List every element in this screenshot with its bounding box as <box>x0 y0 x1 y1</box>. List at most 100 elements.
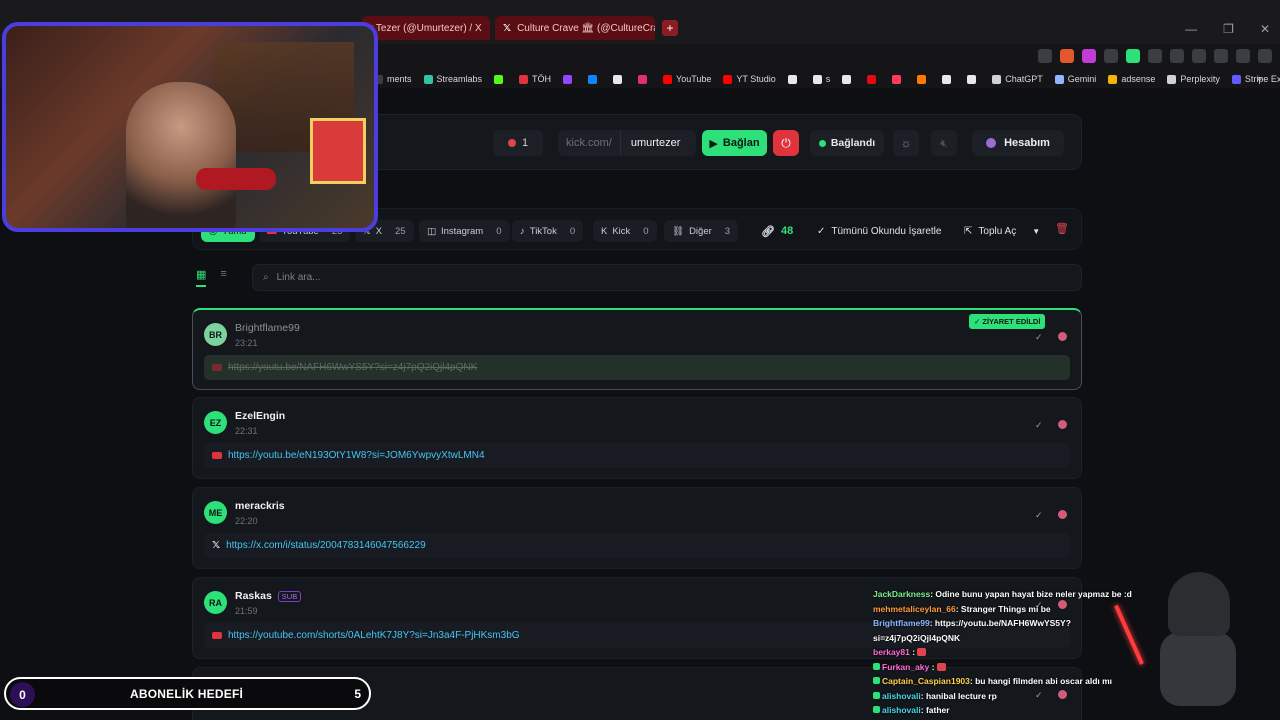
link-card[interactable]: EZ EzelEngin 22:31 ✓ https://youtu.be/eN193O… <box>192 397 1082 479</box>
extension-icon[interactable] <box>1104 49 1118 63</box>
link-card[interactable]: BR Brightflame99 23:21 ✓ ZİYARET EDİLDİ ✓ htt… <box>192 308 1082 390</box>
bookmark-label: ments <box>387 74 412 84</box>
link-url[interactable]: https://youtube.com/shorts/0ALehtK7J8Y?s… <box>228 630 520 641</box>
bookmark-item[interactable]: Gemini <box>1054 74 1096 84</box>
list-view-icon[interactable]: ≡ <box>220 268 226 287</box>
chat-username: alishovali <box>882 705 921 715</box>
mute-button[interactable]: 🔇︎ <box>931 130 957 156</box>
bookmark-item[interactable] <box>967 74 980 84</box>
bookmark-item[interactable]: adsense <box>1108 74 1155 84</box>
filter-chip-kick[interactable]: K Kick 0 <box>593 220 657 242</box>
link-row[interactable]: 𝕏https://x.com/i/status/2004783146047566… <box>204 533 1070 558</box>
brave-shield-icon[interactable] <box>1060 49 1074 63</box>
connect-button[interactable]: ▶ Bağlan <box>702 130 767 156</box>
filter-chip-instagram[interactable]: ◫ Instagram 0 <box>419 220 510 242</box>
chip-label: Instagram <box>440 225 484 237</box>
new-tab-button[interactable]: + <box>662 20 678 36</box>
trash-icon[interactable]: 🗑︎ <box>1055 222 1069 235</box>
bookmark-item[interactable] <box>787 74 801 84</box>
puzzle-icon[interactable] <box>1148 49 1162 63</box>
bookmark-favicon-icon <box>1108 74 1118 84</box>
user-icon <box>986 138 997 148</box>
bulk-open-dropdown[interactable]: ⇱ Toplu Aç ▼ <box>964 220 1040 242</box>
link-url[interactable]: https://x.com/i/status/20047831460475662… <box>226 540 426 551</box>
emote-icon <box>917 648 927 656</box>
bookmark-item[interactable] <box>892 74 905 84</box>
chat-badge-icon <box>873 662 880 670</box>
bookmark-label: YouTube <box>676 74 712 84</box>
bookmark-item[interactable] <box>494 74 507 84</box>
search-box[interactable]: ⌕ Link ara... <box>252 264 1082 291</box>
remove-icon[interactable] <box>1058 510 1067 519</box>
bookmark-item[interactable]: ChatGPT <box>992 74 1043 84</box>
grid-view-icon[interactable]: ▦ <box>196 268 207 287</box>
kick-username[interactable]: umurtezer <box>621 137 681 149</box>
bookmark-favicon-icon <box>1167 74 1177 84</box>
kick-channel-input[interactable]: kick.com/ umurtezer <box>558 130 696 156</box>
bookmark-favicon-icon <box>842 74 852 84</box>
filter-chip-other[interactable]: ⛓ Diğer 3 <box>664 220 739 242</box>
chat-text: : father <box>920 705 950 715</box>
bookmark-item[interactable]: Stripe Express <box>1231 74 1280 84</box>
bookmarks-overflow-icon[interactable]: » <box>1257 73 1262 83</box>
poster-image <box>310 118 366 184</box>
bookmark-item[interactable] <box>638 74 651 84</box>
vpn-icon[interactable] <box>1214 49 1228 63</box>
username-label: EzelEngin <box>235 410 286 422</box>
disconnect-button[interactable]: ⏻ <box>773 130 799 156</box>
bookmark-item[interactable]: YouTube <box>663 74 711 84</box>
chip-count: 25 <box>395 225 406 237</box>
mark-read-check-icon[interactable]: ✓ <box>1035 420 1043 431</box>
bookmark-favicon-icon <box>892 74 902 84</box>
bookmark-item[interactable] <box>942 74 955 84</box>
bookmark-item[interactable]: TÖH <box>519 74 551 84</box>
account-button[interactable]: Hesabım <box>972 130 1064 156</box>
bookmark-item[interactable]: Streamlabs <box>423 74 482 84</box>
goal-current: 0 <box>10 682 35 707</box>
rewards-icon[interactable] <box>1082 49 1096 63</box>
minimize-icon[interactable]: — <box>1185 22 1197 36</box>
bookmark-favicon-icon <box>942 74 952 84</box>
mascot-body <box>1160 632 1236 706</box>
chip-count: 0 <box>643 225 649 237</box>
check-icon: ✓ <box>817 225 826 237</box>
menu-icon[interactable] <box>1258 49 1272 63</box>
browser-tab-2[interactable]: 𝕏 Culture Crave 🏛 (@CultureCrave) / <box>495 16 655 40</box>
link-row[interactable]: https://youtu.be/eN193OtY1W8?si=JOM6Ywpv… <box>204 443 1070 468</box>
maximize-icon[interactable]: ❐ <box>1223 22 1234 36</box>
bookmark-item[interactable] <box>563 74 576 84</box>
link-card[interactable]: ME merackris 22:20 ✓ 𝕏https://x.com/i/status… <box>192 487 1082 569</box>
chat-username: alishovali <box>882 690 921 701</box>
close-icon[interactable]: ✕ <box>1260 22 1270 36</box>
mark-read-check-icon[interactable]: ✓ <box>1035 510 1043 521</box>
mark-all-read-button[interactable]: ✓ Tümünü Okundu İşaretle <box>817 220 941 242</box>
tab-label: Culture Crave 🏛 (@CultureCrave) / <box>517 22 655 34</box>
link-row[interactable]: https://youtu.be/NAFH6WwYS5Y?si=z4j7pQ2i… <box>204 355 1070 380</box>
search-input[interactable]: Link ara... <box>277 272 321 283</box>
chat-username: Furkan_aky <box>882 661 930 672</box>
filter-chip-tiktok[interactable]: ♪ TikTok 0 <box>512 220 584 242</box>
bookmark-item[interactable]: Perplexity <box>1167 74 1220 84</box>
mark-read-check-icon[interactable]: ✓ <box>1035 332 1043 343</box>
remove-icon[interactable] <box>1058 420 1067 429</box>
leo-ai-icon[interactable] <box>1236 49 1250 63</box>
bookmark-item[interactable]: YT Studio <box>723 74 776 84</box>
bookmark-item[interactable] <box>842 74 855 84</box>
bookmark-item[interactable]: ments <box>374 74 412 84</box>
sun-icon: ☼ <box>900 136 912 150</box>
link-url[interactable]: https://youtu.be/NAFH6WwYS5Y?si=z4j7pQ2i… <box>228 362 477 373</box>
link-url[interactable]: https://youtu.be/eN193OtY1W8?si=JOM6Ywpv… <box>228 450 485 461</box>
extension-icon[interactable] <box>1126 49 1140 63</box>
bookmark-item[interactable] <box>613 74 626 84</box>
theme-toggle-button[interactable]: ☼ <box>893 130 919 156</box>
sidebar-icon[interactable] <box>1170 49 1184 63</box>
remove-icon[interactable] <box>1058 332 1067 341</box>
viewer-counter[interactable]: 1 <box>493 130 543 156</box>
bookmark-item[interactable]: s <box>812 74 830 84</box>
wallet-icon[interactable] <box>1192 49 1206 63</box>
bookmark-item[interactable] <box>588 74 601 84</box>
share-icon[interactable] <box>1038 49 1052 63</box>
bookmark-item[interactable] <box>917 74 930 84</box>
bookmark-item[interactable] <box>867 74 880 84</box>
browser-tab-1[interactable]: r Tezer (@Umurtezer) / X <box>362 16 490 40</box>
